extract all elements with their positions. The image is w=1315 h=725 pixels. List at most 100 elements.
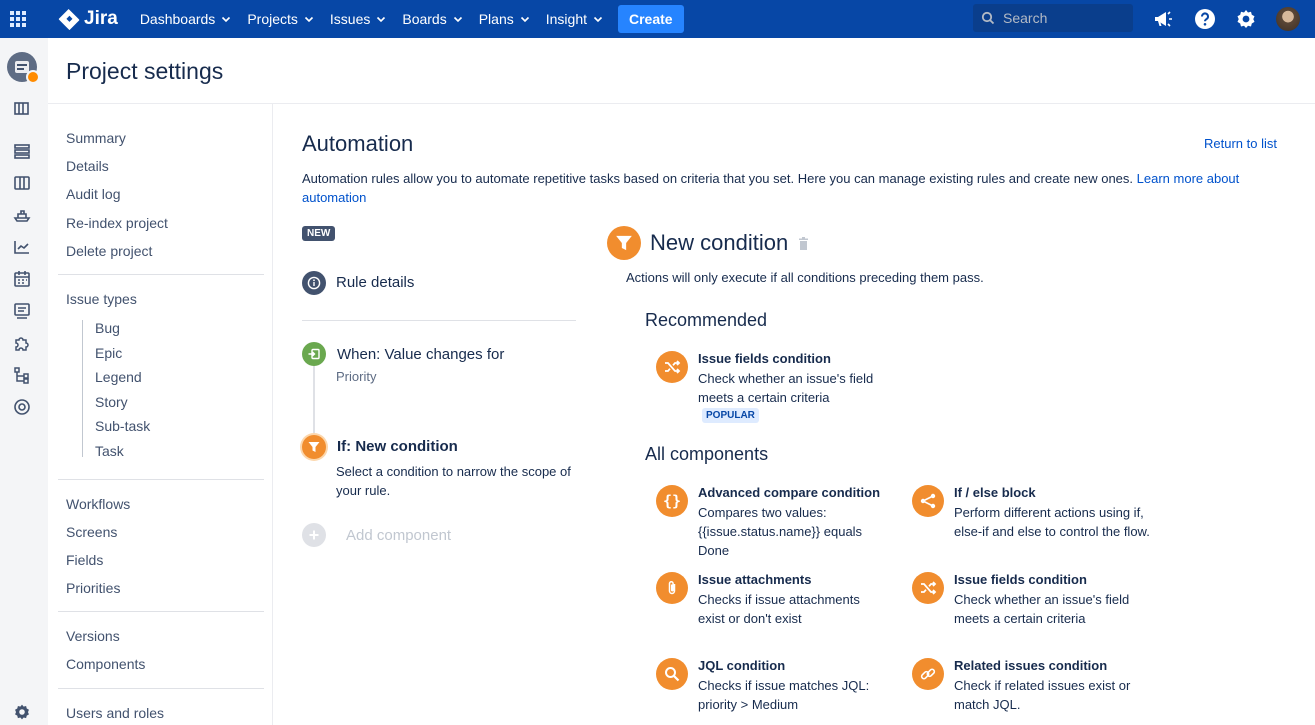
nav-plans-label: Plans (478, 11, 514, 27)
sidebar-item-sub-task[interactable]: Sub-task (95, 418, 150, 434)
trigger-icon (302, 342, 326, 366)
sidebar-divider (58, 611, 264, 612)
components-tree-icon[interactable] (12, 365, 32, 385)
description-text: Automation rules allow you to automate r… (302, 171, 1134, 186)
nav-issues[interactable]: Issues (330, 11, 386, 27)
sidebar-item-components[interactable]: Components (66, 656, 145, 672)
card-description: Check whether an issue's field meets a c… (698, 371, 874, 405)
settings-gear-icon[interactable] (1233, 6, 1259, 32)
rule-flow-connector (313, 366, 315, 436)
sidebar-item-fields[interactable]: Fields (66, 552, 103, 568)
backlog-icon[interactable] (12, 141, 32, 161)
recommended-heading: Recommended (645, 310, 768, 330)
sidebar-item-details[interactable]: Details (66, 158, 109, 174)
sidebar-item-screens[interactable]: Screens (66, 524, 117, 540)
nav-plans[interactable]: Plans (479, 11, 530, 27)
new-badge: NEW (302, 226, 336, 241)
return-to-list-link[interactable]: Return to list (1204, 136, 1277, 151)
roadmap-icon[interactable] (12, 99, 32, 119)
nav-insight[interactable]: Insight (546, 11, 603, 27)
chevron-down-icon (520, 16, 529, 23)
sidebar-item-priorities[interactable]: Priorities (66, 580, 120, 596)
paperclip-icon (656, 572, 688, 604)
shuffle-icon (656, 351, 688, 383)
search-input[interactable] (1003, 10, 1123, 26)
delete-trash-icon[interactable] (798, 237, 809, 250)
calendar-icon[interactable] (12, 269, 32, 289)
sidebar-item-task[interactable]: Task (95, 443, 124, 459)
condition-step-title[interactable]: If: New condition (337, 438, 458, 455)
page-title: Project settings (66, 58, 224, 84)
card-description: Compares two values: {{issue.status.name… (698, 505, 863, 558)
sidebar-item-delete-project[interactable]: Delete project (66, 243, 152, 259)
trigger-step-title[interactable]: When: Value changes for (337, 346, 504, 363)
project-sidebar-rail (0, 38, 48, 725)
board-icon[interactable] (12, 173, 32, 193)
card-title: JQL condition (698, 658, 786, 673)
panel-title: New condition (650, 230, 789, 255)
sidebar-item-bug[interactable]: Bug (95, 320, 120, 336)
sidebar-item-issue-types[interactable]: Issue types (66, 291, 137, 307)
nav-projects[interactable]: Projects (247, 11, 314, 27)
chevron-down-icon (453, 16, 462, 23)
help-icon[interactable] (1192, 6, 1218, 32)
app-switcher-icon[interactable] (0, 0, 36, 38)
settings-sidebar: Summary Details Audit log Re-index proje… (48, 104, 273, 725)
add-component-button[interactable]: Add component (346, 527, 451, 544)
sidebar-item-reindex[interactable]: Re-index project (66, 215, 168, 231)
sidebar-item-story[interactable]: Story (95, 394, 128, 410)
nav-projects-label: Projects (247, 11, 298, 27)
shortcut-icon[interactable] (12, 397, 32, 417)
new-condition-funnel-icon (607, 226, 641, 260)
braces-icon: {} (656, 485, 688, 517)
panel-subtitle: Actions will only execute if all conditi… (626, 270, 984, 285)
nav-insight-label: Insight (545, 11, 587, 27)
card-title: Issue fields condition (954, 572, 1087, 587)
notifications-megaphone-icon[interactable] (1150, 6, 1176, 32)
jira-logo[interactable]: Jira (58, 8, 118, 30)
pages-icon[interactable] (12, 301, 32, 321)
card-description: Perform different actions using if, else… (954, 505, 1150, 539)
add-component-plus-icon[interactable] (302, 523, 326, 547)
sidebar-item-users-roles[interactable]: Users and roles (66, 705, 164, 721)
create-button[interactable]: Create (618, 5, 684, 33)
issue-types-tree-line (82, 320, 83, 457)
sidebar-item-audit-log[interactable]: Audit log (66, 186, 120, 202)
card-description: Checks if issue matches JQL: priority > … (698, 678, 870, 712)
condition-funnel-icon (302, 435, 326, 459)
trigger-step-subtitle: Priority (336, 369, 377, 384)
sidebar-item-legend[interactable]: Legend (95, 369, 142, 385)
rule-builder-divider (302, 320, 576, 321)
automation-title: Automation (302, 131, 414, 156)
sidebar-item-workflows[interactable]: Workflows (66, 496, 130, 512)
branch-icon (912, 485, 944, 517)
add-ons-puzzle-icon[interactable] (12, 333, 32, 353)
nav-boards-label: Boards (402, 11, 447, 27)
nav-dashboards[interactable]: Dashboards (140, 11, 232, 27)
sidebar-item-summary[interactable]: Summary (66, 130, 126, 146)
project-avatar[interactable] (7, 52, 40, 84)
releases-ship-icon[interactable] (12, 205, 32, 225)
top-navigation: Jira Dashboards Projects Issues Boards P… (0, 0, 1315, 38)
search-icon (981, 11, 995, 25)
card-description: Check whether an issue's field meets a c… (954, 592, 1130, 626)
popular-badge: POPULAR (702, 408, 759, 423)
nav-issues-label: Issues (329, 11, 371, 27)
sidebar-item-epic[interactable]: Epic (95, 345, 122, 361)
chevron-down-icon (304, 16, 313, 23)
logo-text: Jira (84, 8, 118, 29)
card-description: Checks if issue attachments exist or don… (698, 592, 860, 626)
search-box[interactable] (973, 4, 1133, 32)
link-icon (912, 658, 944, 690)
rule-details-link[interactable]: Rule details (336, 274, 414, 291)
nav-boards[interactable]: Boards (402, 11, 462, 27)
user-avatar[interactable] (1276, 7, 1300, 31)
info-icon (302, 271, 326, 295)
sidebar-divider (58, 688, 264, 689)
reports-icon[interactable] (12, 237, 32, 257)
chevron-down-icon (377, 16, 386, 23)
shuffle-icon (912, 572, 944, 604)
project-settings-gear-icon[interactable] (12, 702, 32, 722)
chevron-down-icon (593, 16, 603, 23)
sidebar-item-versions[interactable]: Versions (66, 628, 120, 644)
